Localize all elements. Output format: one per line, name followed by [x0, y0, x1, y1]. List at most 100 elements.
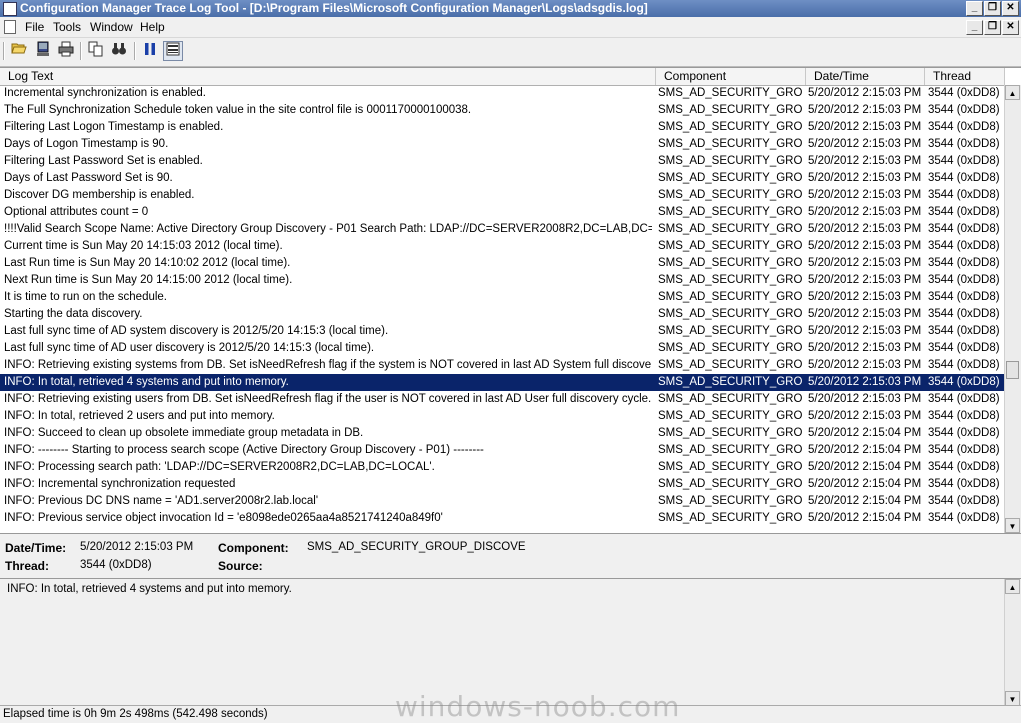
table-row[interactable]: Next Run time is Sun May 20 14:15:00 201… [0, 272, 1005, 289]
datetime-cell: 5/20/2012 2:15:03 PM [808, 240, 922, 252]
log-text-cell: Optional attributes count = 0 [4, 206, 149, 218]
log-text-cell: Last Run time is Sun May 20 14:10:02 201… [4, 257, 291, 269]
datetime-cell: 5/20/2012 2:15:03 PM [808, 104, 922, 116]
thread-cell: 3544 (0xDD8) [928, 461, 1000, 473]
thread-cell: 3544 (0xDD8) [928, 257, 1000, 269]
log-text-cell: INFO: Retrieving existing users from DB.… [4, 393, 652, 405]
table-row[interactable]: Optional attributes count = 0 SMS_AD_SECU… [0, 204, 1005, 221]
table-row[interactable]: !!!!Valid Search Scope Name: Active Dire… [0, 221, 1005, 238]
datetime-cell: 5/20/2012 2:15:03 PM [808, 359, 922, 371]
find-icon[interactable] [109, 41, 129, 61]
component-cell: SMS_AD_SECURITY_GROUI [658, 274, 803, 286]
table-row[interactable]: Days of Logon Timestamp is 90. SMS_AD_SEC… [0, 136, 1005, 153]
thread-cell: 3544 (0xDD8) [928, 444, 1000, 456]
table-row[interactable]: Filtering Last Password Set is enabled. S… [0, 153, 1005, 170]
datetime-cell: 5/20/2012 2:15:04 PM [808, 512, 922, 524]
copy-icon[interactable] [86, 41, 106, 61]
component-cell: SMS_AD_SECURITY_GROUI [658, 240, 803, 252]
component-cell: SMS_AD_SECURITY_GROUI [658, 495, 803, 507]
component-value: SMS_AD_SECURITY_GROUP_DISCOVE [307, 541, 526, 553]
message-scrollbar[interactable]: ▲ ▼ [1004, 579, 1021, 706]
component-label: Component: [218, 541, 289, 555]
pause-icon[interactable] [140, 41, 160, 61]
table-row[interactable]: Discover DG membership is enabled. SMS_AD… [0, 187, 1005, 204]
component-cell: SMS_AD_SECURITY_GROUI [658, 325, 803, 337]
thread-cell: 3544 (0xDD8) [928, 478, 1000, 490]
datetime-cell: 5/20/2012 2:15:03 PM [808, 393, 922, 405]
datetime-cell: 5/20/2012 2:15:04 PM [808, 427, 922, 439]
table-row[interactable]: INFO: Previous service object invocation… [0, 510, 1005, 527]
datetime-cell: 5/20/2012 2:15:03 PM [808, 325, 922, 337]
table-row[interactable]: Last full sync time of AD user discovery… [0, 340, 1005, 357]
elapsed-time-status: Elapsed time is 0h 9m 2s 498ms (542.498 … [3, 708, 268, 720]
datetime-cell: 5/20/2012 2:15:03 PM [808, 155, 922, 167]
child-minimize-button[interactable]: _ [966, 20, 983, 35]
highlight-icon[interactable] [163, 41, 183, 61]
source-label: Source: [218, 559, 263, 573]
print-icon[interactable] [56, 41, 76, 61]
child-restore-button[interactable]: ❐ [984, 20, 1001, 35]
table-row[interactable]: INFO: Incremental synchronization reques… [0, 476, 1005, 493]
datetime-cell: 5/20/2012 2:15:04 PM [808, 495, 922, 507]
component-cell: SMS_AD_SECURITY_GROUI [658, 461, 803, 473]
table-row[interactable]: Last full sync time of AD system discove… [0, 323, 1005, 340]
table-row[interactable]: Last Run time is Sun May 20 14:10:02 201… [0, 255, 1005, 272]
table-row[interactable]: Filtering Last Logon Timestamp is enable… [0, 119, 1005, 136]
table-row[interactable]: INFO: -------- Starting to process searc… [0, 442, 1005, 459]
thread-label: Thread: [5, 559, 50, 573]
scroll-up-icon[interactable]: ▲ [1005, 85, 1020, 100]
log-text-cell: !!!!Valid Search Scope Name: Active Dire… [4, 223, 652, 235]
message-pane[interactable]: INFO: In total, retrieved 4 systems and … [0, 578, 1021, 706]
scroll-thumb[interactable] [1006, 361, 1019, 379]
column-header-thread[interactable]: Thread [925, 68, 1005, 85]
close-button[interactable]: ✕ [1002, 1, 1019, 16]
log-rows: Incremental synchronization is enabled. S… [0, 85, 1005, 533]
column-header-datetime[interactable]: Date/Time [806, 68, 925, 85]
menu-file[interactable]: File [25, 20, 44, 34]
thread-cell: 3544 (0xDD8) [928, 427, 1000, 439]
thread-cell: 3544 (0xDD8) [928, 87, 1000, 99]
thread-cell: 3544 (0xDD8) [928, 308, 1000, 320]
table-row[interactable]: Starting the data discovery. SMS_AD_SECUR… [0, 306, 1005, 323]
table-row[interactable]: Current time is Sun May 20 14:15:03 2012… [0, 238, 1005, 255]
table-row[interactable]: INFO: Previous DC DNS name = 'AD1.server… [0, 493, 1005, 510]
server-icon[interactable] [33, 41, 53, 61]
table-row[interactable]: It is time to run on the schedule. SMS_AD… [0, 289, 1005, 306]
component-cell: SMS_AD_SECURITY_GROUI [658, 342, 803, 354]
restore-button[interactable]: ❐ [984, 1, 1001, 16]
component-cell: SMS_AD_SECURITY_GROUI [658, 155, 803, 167]
table-row[interactable]: INFO: Processing search path: 'LDAP://DC… [0, 459, 1005, 476]
child-close-button[interactable]: ✕ [1002, 20, 1019, 35]
table-row[interactable]: INFO: In total, retrieved 4 systems and … [0, 374, 1005, 391]
menu-window[interactable]: Window [90, 20, 133, 34]
thread-cell: 3544 (0xDD8) [928, 495, 1000, 507]
table-row[interactable]: INFO: Succeed to clean up obsolete immed… [0, 425, 1005, 442]
datetime-cell: 5/20/2012 2:15:03 PM [808, 376, 922, 388]
menu-help[interactable]: Help [140, 20, 165, 34]
log-scrollbar[interactable]: ▲ ▼ [1004, 85, 1021, 533]
table-row[interactable]: INFO: Retrieving existing users from DB.… [0, 391, 1005, 408]
thread-cell: 3544 (0xDD8) [928, 512, 1000, 524]
thread-cell: 3544 (0xDD8) [928, 291, 1000, 303]
message-scroll-up-icon[interactable]: ▲ [1005, 579, 1020, 594]
component-cell: SMS_AD_SECURITY_GROUI [658, 410, 803, 422]
component-cell: SMS_AD_SECURITY_GROUI [658, 172, 803, 184]
component-cell: SMS_AD_SECURITY_GROUI [658, 138, 803, 150]
table-row[interactable]: INFO: In total, retrieved 2 users and pu… [0, 408, 1005, 425]
table-row[interactable]: The Full Synchronization Schedule token … [0, 102, 1005, 119]
open-icon[interactable] [9, 41, 29, 61]
log-text-cell: Days of Logon Timestamp is 90. [4, 138, 169, 150]
datetime-cell: 5/20/2012 2:15:03 PM [808, 189, 922, 201]
column-header-component[interactable]: Component [656, 68, 806, 85]
table-row[interactable]: Days of Last Password Set is 90. SMS_AD_S… [0, 170, 1005, 187]
menu-tools[interactable]: Tools [53, 20, 81, 34]
minimize-button[interactable]: _ [966, 1, 983, 16]
column-header-log-text[interactable]: Log Text [0, 68, 656, 85]
datetime-cell: 5/20/2012 2:15:03 PM [808, 121, 922, 133]
table-row[interactable]: INFO: Retrieving existing systems from D… [0, 357, 1005, 374]
message-text: INFO: In total, retrieved 4 systems and … [7, 583, 292, 595]
table-row[interactable]: Incremental synchronization is enabled. S… [0, 85, 1005, 102]
message-scroll-down-icon[interactable]: ▼ [1005, 691, 1020, 706]
scroll-down-icon[interactable]: ▼ [1005, 518, 1020, 533]
menu-bar: File Tools Window Help _ ❐ ✕ [0, 17, 1021, 38]
